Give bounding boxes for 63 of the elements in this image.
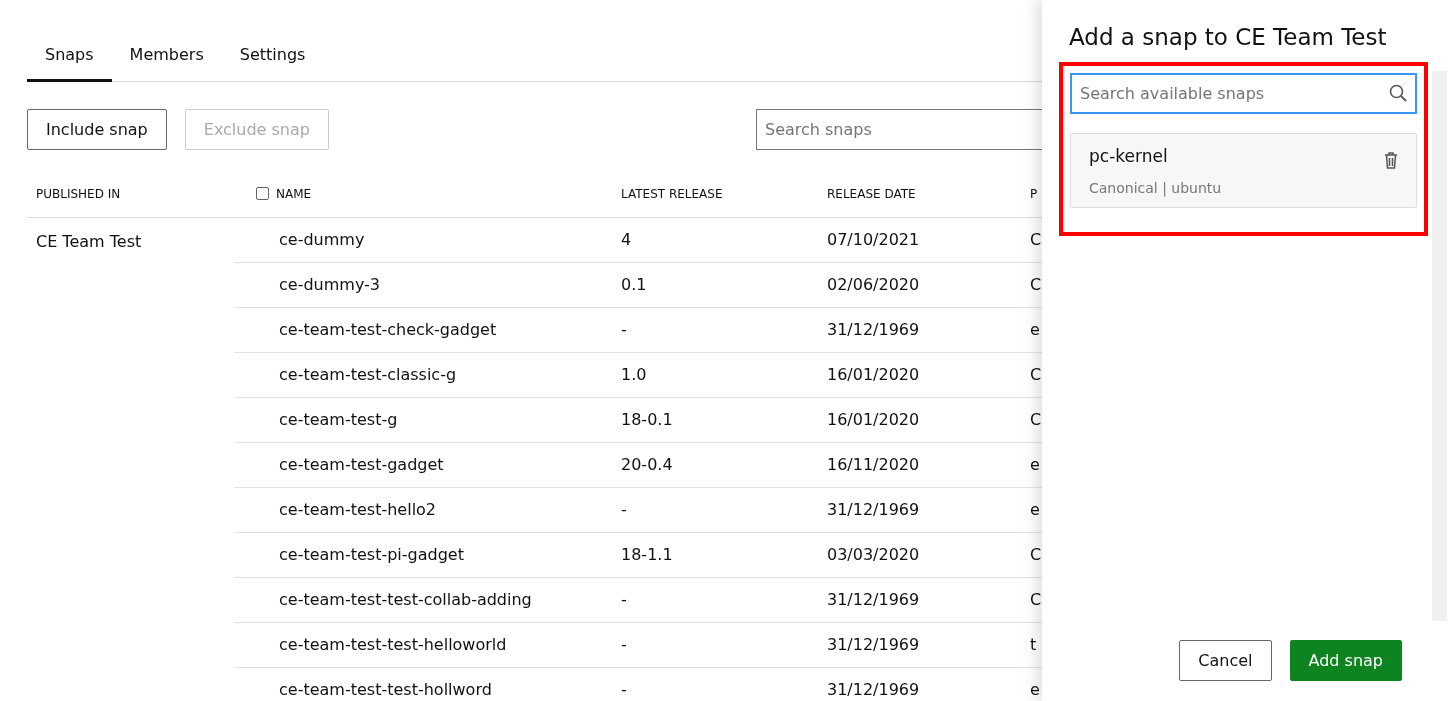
snap-name: ce-dummy [279, 229, 365, 249]
include-button[interactable]: Include snap [27, 109, 167, 150]
group-name: CE Team Test [36, 231, 142, 251]
snap-name: ce-team-test-gadget [279, 454, 444, 474]
snap-name: ce-team-test-check-gadget [279, 319, 497, 339]
snap-name: ce-team-test-g [279, 409, 398, 429]
snap-name: pc-kernel [1089, 144, 1169, 168]
table-cell: C [1030, 274, 1042, 294]
snap-name: ce-team-test-hello2 [279, 499, 437, 519]
table-cell: 31/12/1969 [827, 679, 920, 699]
checkbox[interactable] [256, 187, 269, 201]
add-button[interactable]: Add snap [1289, 640, 1402, 681]
table-cell: 07/10/2021 [827, 229, 920, 249]
table-cell: e [1030, 454, 1040, 474]
table-cell: C [1030, 229, 1042, 249]
table-cell: e [1030, 319, 1040, 339]
column-header: LATEST RELEASE [621, 187, 723, 202]
cancel-button[interactable]: Cancel [1179, 640, 1272, 681]
table-cell: t [1030, 634, 1037, 654]
table-cell: C [1030, 409, 1042, 429]
table-cell: - [621, 499, 627, 519]
table-cell: 02/06/2020 [827, 274, 920, 294]
table-cell: 31/12/1969 [827, 634, 920, 654]
publisher-text: Canonical | ubuntu [1089, 179, 1222, 199]
table-cell: - [621, 634, 627, 654]
tab[interactable]: Snaps [27, 35, 112, 82]
table-cell: - [621, 679, 627, 699]
table-cell: 1.0 [621, 364, 647, 384]
tab[interactable]: Members [111, 35, 222, 82]
table-cell: 20-0.4 [621, 454, 673, 474]
table-cell: e [1030, 499, 1040, 519]
table-cell: 16/01/2020 [827, 364, 920, 384]
search-field[interactable]: Search available snaps [1070, 72, 1417, 114]
column-header: P [1030, 187, 1038, 202]
column-header: RELEASE DATE [827, 187, 916, 202]
table-cell: 18-0.1 [621, 409, 673, 429]
table-cell: 16/11/2020 [827, 454, 920, 474]
table-cell: 16/01/2020 [827, 409, 920, 429]
table-cell: 0.1 [621, 274, 647, 294]
table-cell: e [1030, 679, 1040, 699]
column-header: PUBLISHED IN [36, 187, 121, 202]
snap-name: ce-team-test-pi-gadget [279, 544, 464, 564]
tab[interactable]: Settings [221, 35, 324, 82]
table-cell: C [1030, 544, 1042, 564]
table-cell: C [1030, 364, 1042, 384]
search-icon [1389, 83, 1407, 102]
table-cell: 4 [621, 229, 632, 249]
table-cell: 31/12/1969 [827, 589, 920, 609]
column-header: NAME [276, 187, 312, 202]
panel-title: Add a snap to CE Team Test [1069, 23, 1388, 52]
snap-name: ce-team-test-test-helloworld [279, 634, 507, 654]
snap-name: ce-team-test-test-collab-adding [279, 589, 532, 609]
table-cell: 31/12/1969 [827, 499, 920, 519]
table-cell: - [621, 319, 627, 339]
snap-name: ce-team-test-classic-g [279, 364, 457, 384]
snap-name: ce-team-test-test-hollword [279, 679, 492, 699]
table-cell: C [1030, 589, 1042, 609]
table-cell: - [621, 589, 627, 609]
table-cell: 18-1.1 [621, 544, 673, 564]
table-cell: 03/03/2020 [827, 544, 920, 564]
table-cell: 31/12/1969 [827, 319, 920, 339]
snap-name: ce-dummy-3 [279, 274, 381, 294]
trash-icon[interactable] [1384, 151, 1398, 169]
